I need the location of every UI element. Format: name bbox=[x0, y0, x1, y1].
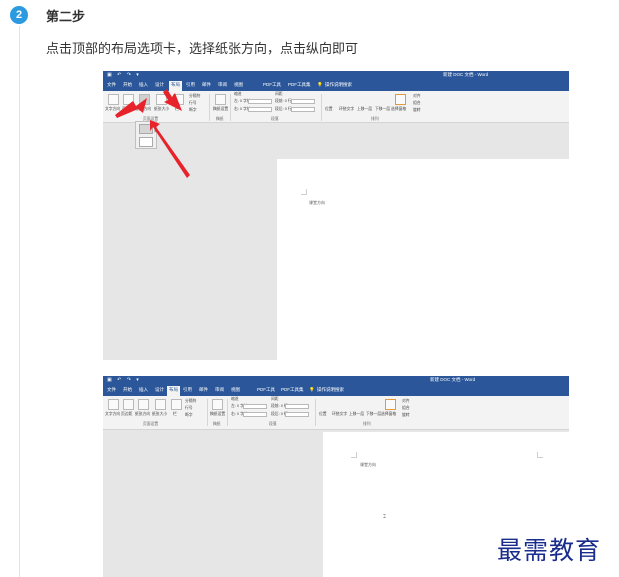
group-separator bbox=[207, 399, 208, 426]
tab-file[interactable]: 文件 bbox=[107, 387, 116, 393]
columns-button[interactable]: 栏 bbox=[173, 412, 177, 417]
send-backward-button[interactable]: 下移一层 bbox=[366, 412, 381, 417]
page-setup-group-label: 页面设置 bbox=[143, 422, 159, 426]
step-number-badge: 2 bbox=[10, 6, 28, 24]
bring-forward-button[interactable]: 上移一层 bbox=[349, 412, 364, 417]
indent-left-input[interactable] bbox=[243, 404, 267, 409]
step-instruction: 点击顶部的布局选项卡，选择纸张方向，点击纵向即可 bbox=[46, 41, 359, 56]
spacing-before-input[interactable] bbox=[285, 404, 309, 409]
group-separator bbox=[227, 399, 228, 426]
arrow-to-orientation bbox=[115, 98, 147, 118]
arrange-group-label: 排列 bbox=[363, 422, 371, 426]
wrap-text-button[interactable]: 环绕文字 bbox=[332, 412, 347, 417]
selection-pane-button[interactable]: 选择窗格 bbox=[381, 412, 396, 417]
position-button[interactable]: 位置 bbox=[319, 412, 327, 417]
arrow-to-layout-tab bbox=[163, 89, 182, 111]
align-button[interactable]: 对齐 bbox=[402, 399, 410, 404]
tab-review[interactable]: 审阅 bbox=[215, 387, 224, 393]
word-titlebar: ▣ ↶ ↷ ▾ 新建 DOC 文档 - Word bbox=[103, 376, 569, 385]
step-title: 第二步 bbox=[46, 9, 86, 24]
columns-icon[interactable] bbox=[171, 399, 182, 410]
orientation-icon[interactable] bbox=[138, 399, 149, 410]
rotate-button[interactable]: 旋转 bbox=[402, 413, 410, 418]
spacing-label: 间距 bbox=[271, 397, 279, 401]
tab-view[interactable]: 视图 bbox=[231, 387, 240, 393]
text-cursor-icon: ⌶ bbox=[383, 514, 387, 520]
tab-insert[interactable]: 插入 bbox=[139, 387, 148, 393]
manuscript-button[interactable]: 稿纸设置 bbox=[210, 412, 225, 417]
red-arrows bbox=[115, 89, 190, 178]
arrow-to-portrait bbox=[150, 120, 190, 178]
margins-button[interactable]: 页边距 bbox=[121, 412, 132, 417]
ribbon-layout: 文字方向 页边距 纸张方向 纸张大小 栏 分隔符 行号 断字 页面设置 稿纸设置… bbox=[103, 396, 569, 430]
paragraph-group-label: 段落 bbox=[269, 422, 277, 426]
tab-references[interactable]: 引用 bbox=[183, 387, 192, 393]
margins-icon[interactable] bbox=[123, 399, 134, 410]
tab-pdf-toolset[interactable]: PDF工具集 bbox=[281, 387, 304, 393]
line-numbers-button[interactable]: 行号 bbox=[185, 406, 193, 411]
text-direction-icon[interactable] bbox=[108, 399, 119, 410]
group-button[interactable]: 组合 bbox=[402, 406, 410, 411]
quick-access-icons[interactable]: ▣ ↶ ↷ ▾ bbox=[107, 377, 141, 383]
document-text: 课堂方向 bbox=[360, 462, 376, 467]
tell-me-lightbulb-icon[interactable]: 💡 bbox=[309, 387, 315, 393]
indent-right-input[interactable] bbox=[243, 412, 267, 417]
tab-home[interactable]: 开始 bbox=[123, 387, 132, 393]
tab-tell-me[interactable]: 操作说明搜索 bbox=[317, 387, 344, 393]
orientation-button[interactable]: 纸张方向 bbox=[135, 412, 150, 417]
size-button[interactable]: 纸张大小 bbox=[152, 412, 167, 417]
size-icon[interactable] bbox=[155, 399, 166, 410]
watermark-logo: 最需教育 bbox=[497, 536, 602, 565]
indent-label: 缩进 bbox=[231, 397, 239, 401]
spacing-after-input[interactable] bbox=[285, 412, 309, 417]
word-screenshot-1: ▣ ↶ ↷ ▾ 新建 DOC 文档 - Word 文件 开始 插入 设计 布局 … bbox=[103, 71, 569, 360]
crop-mark bbox=[351, 452, 357, 458]
tab-design[interactable]: 设计 bbox=[155, 387, 164, 393]
crop-mark bbox=[537, 452, 543, 458]
hyphenation-button[interactable]: 断字 bbox=[185, 413, 193, 418]
breaks-button[interactable]: 分隔符 bbox=[185, 399, 196, 404]
manuscript-icon[interactable] bbox=[212, 399, 223, 410]
tab-layout[interactable]: 布局 bbox=[167, 386, 180, 396]
text-direction-button[interactable]: 文字方向 bbox=[105, 412, 120, 417]
selection-pane-icon[interactable] bbox=[385, 399, 396, 410]
tab-pdf-tools[interactable]: PDF工具 bbox=[257, 387, 275, 393]
tab-mailings[interactable]: 邮件 bbox=[199, 387, 208, 393]
timeline-line bbox=[19, 26, 20, 577]
window-title: 新建 DOC 文档 - Word bbox=[430, 377, 476, 382]
manuscript-group-label: 稿纸 bbox=[213, 422, 221, 426]
group-separator bbox=[315, 399, 316, 426]
ribbon-tabs: 文件 开始 插入 设计 布局 引用 邮件 审阅 视图 PDF工具 PDF工具集 … bbox=[103, 385, 569, 396]
